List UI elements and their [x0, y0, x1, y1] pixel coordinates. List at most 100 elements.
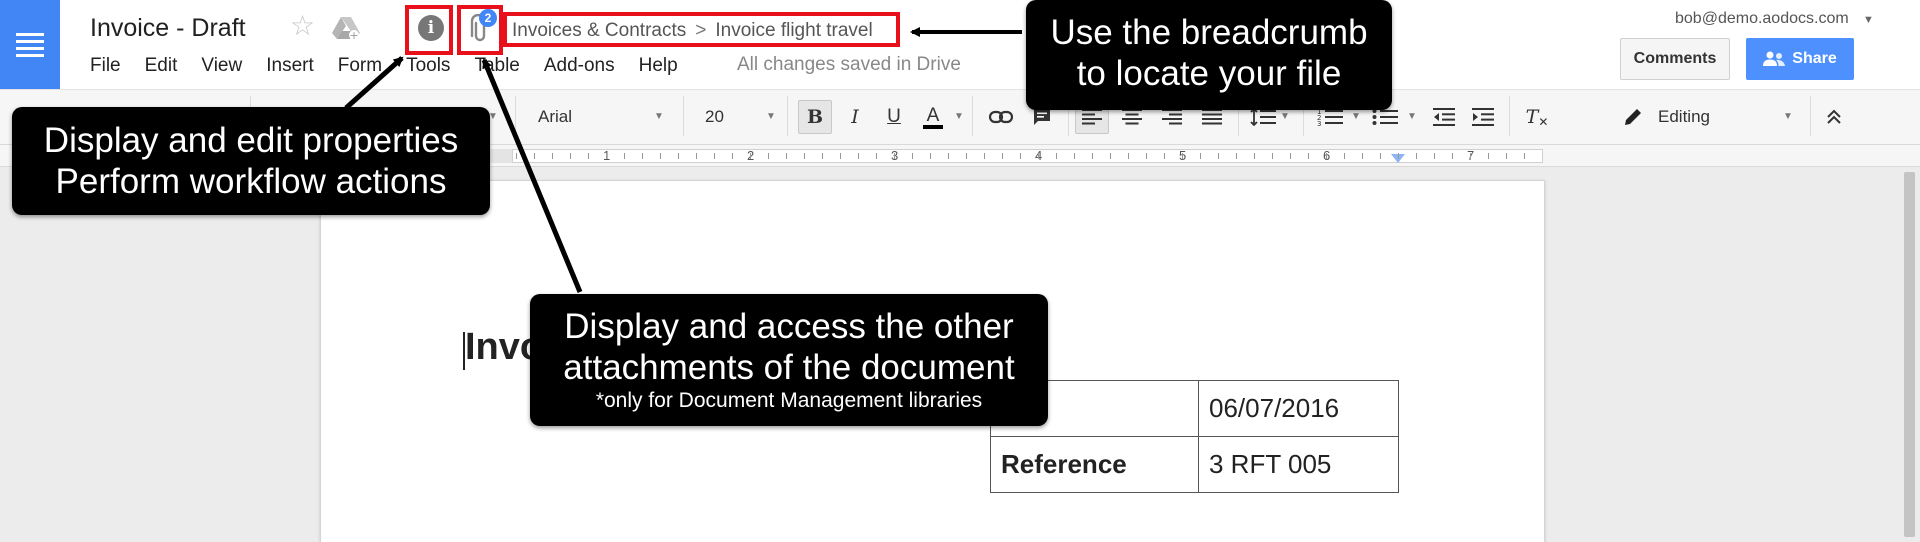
ruler-tick	[1218, 153, 1219, 159]
bold-button[interactable]: B	[798, 100, 832, 134]
menu-insert[interactable]: Insert	[266, 55, 314, 77]
ruler-tick	[1524, 153, 1525, 159]
attachments-callout: Display and access the other attachments…	[530, 294, 1048, 426]
breadcrumb-item-document[interactable]: Invoice flight travel	[715, 20, 872, 42]
comments-button[interactable]: Comments	[1620, 38, 1730, 80]
increase-indent-button[interactable]	[1466, 100, 1500, 134]
menu-file[interactable]: File	[90, 55, 121, 77]
menu-view[interactable]: View	[201, 55, 242, 77]
decrease-indent-icon	[1433, 108, 1455, 126]
ruler-tick	[1164, 153, 1165, 159]
docs-menu-icon	[16, 29, 44, 61]
ruler-tick	[1146, 153, 1147, 159]
callout-line: Display and edit properties	[43, 121, 459, 160]
ruler-tick	[786, 153, 787, 159]
star-icon[interactable]: ☆	[290, 12, 315, 40]
text-color-button[interactable]: A	[916, 100, 950, 134]
editing-mode-select[interactable]: Editing	[1658, 107, 1710, 127]
ruler-tick	[1128, 153, 1129, 159]
svg-text:+: +	[349, 29, 358, 40]
invoice-info-table[interactable]: te 06/07/2016 Reference 3 RFT 005	[990, 380, 1399, 493]
font-size-select[interactable]: 20	[705, 107, 724, 127]
font-dropdown-caret-icon[interactable]: ▼	[654, 111, 664, 122]
ruler-tick	[588, 153, 589, 159]
breadcrumb: Invoices & Contracts > Invoice flight tr…	[512, 20, 873, 42]
toolbar-separator	[1509, 96, 1510, 136]
text-color-caret-icon[interactable]: ▼	[954, 111, 964, 122]
toolbar-separator	[972, 96, 973, 136]
scrollbar-thumb[interactable]	[1904, 172, 1915, 537]
toolbar-separator	[1810, 96, 1811, 136]
font-family-select[interactable]: Arial	[538, 107, 572, 127]
align-left-icon	[1082, 109, 1102, 125]
ruler-tick	[1362, 153, 1363, 159]
ruler-tick	[660, 153, 661, 159]
callout-line: to locate your file	[1076, 54, 1342, 93]
double-chevron-up-icon	[1827, 109, 1841, 124]
ruler-tick	[1470, 153, 1471, 159]
underline-button[interactable]: U	[877, 100, 911, 134]
ruler-tick	[696, 153, 697, 159]
callout-line: Display and access the other	[564, 307, 1014, 346]
properties-callout: Display and edit properties Perform work…	[12, 107, 490, 215]
ruler-tick	[1038, 153, 1039, 159]
callout-line: attachments of the document	[563, 348, 1015, 387]
ruler-tick	[750, 153, 751, 159]
ruler-tick	[1200, 153, 1201, 159]
ruler-tick	[822, 153, 823, 159]
ruler-tick	[570, 153, 571, 159]
table-cell-value[interactable]: 3 RFT 005	[1198, 436, 1399, 493]
ruler-tick	[534, 153, 535, 159]
ruler-tick	[1416, 153, 1417, 159]
ruler-tick	[1398, 153, 1399, 159]
attachments-highlight-box	[457, 5, 503, 55]
ruler-tick	[894, 153, 895, 159]
share-button[interactable]: Share	[1746, 38, 1854, 80]
comment-icon	[1034, 109, 1050, 125]
numbered-list-caret-icon[interactable]: ▼	[1351, 111, 1361, 122]
menu-help[interactable]: Help	[639, 55, 678, 77]
docs-home-button[interactable]	[0, 0, 60, 89]
ruler-tick	[1344, 153, 1345, 159]
text-color-label: A	[926, 105, 940, 126]
drive-icon[interactable]: +	[332, 16, 360, 40]
menu-table[interactable]: Table	[474, 55, 519, 77]
svg-text:3: 3	[1317, 120, 1321, 126]
menu-format[interactable]: Form	[338, 55, 382, 77]
account-caret-icon[interactable]: ▼	[1863, 14, 1874, 26]
menu-addons[interactable]: Add-ons	[544, 55, 615, 77]
ruler-tick	[1182, 153, 1183, 159]
bulleted-list-caret-icon[interactable]: ▼	[1407, 111, 1417, 122]
ruler-tick	[1092, 153, 1093, 159]
link-icon	[989, 110, 1013, 124]
breadcrumb-item-library[interactable]: Invoices & Contracts	[512, 20, 686, 42]
ruler-tick	[1020, 153, 1021, 159]
document-title[interactable]: Invoice - Draft	[90, 14, 246, 43]
ruler-tick	[876, 153, 877, 159]
ruler-tick	[1236, 153, 1237, 159]
ruler-tick	[642, 153, 643, 159]
ruler-tick	[912, 153, 913, 159]
menu-tools[interactable]: Tools	[406, 55, 450, 77]
ruler-tick	[606, 153, 607, 159]
toolbar-separator	[515, 96, 516, 136]
decrease-indent-button[interactable]	[1427, 100, 1461, 134]
table-cell-key[interactable]: Reference	[990, 436, 1199, 493]
table-cell-value[interactable]: 06/07/2016	[1198, 380, 1399, 437]
people-icon	[1763, 51, 1786, 66]
size-dropdown-caret-icon[interactable]: ▼	[766, 111, 776, 122]
callout-note: *only for Document Management libraries	[595, 389, 983, 412]
italic-button[interactable]: I	[838, 100, 872, 134]
ruler-tick	[1452, 153, 1453, 159]
collapse-toolbar-button[interactable]	[1817, 100, 1851, 134]
mode-caret-icon[interactable]: ▼	[1783, 111, 1793, 122]
clear-formatting-button[interactable]: T ✕	[1520, 100, 1554, 134]
line-spacing-caret-icon[interactable]: ▼	[1280, 111, 1290, 122]
user-email[interactable]: bob@demo.aodocs.com	[1675, 10, 1849, 28]
ruler-content-area[interactable]	[512, 149, 1543, 163]
breadcrumb-callout: Use the breadcrumb to locate your file	[1026, 0, 1392, 110]
link-button[interactable]	[984, 100, 1018, 134]
menu-edit[interactable]: Edit	[145, 55, 178, 77]
ruler-tick	[840, 153, 841, 159]
ruler-tick	[984, 153, 985, 159]
